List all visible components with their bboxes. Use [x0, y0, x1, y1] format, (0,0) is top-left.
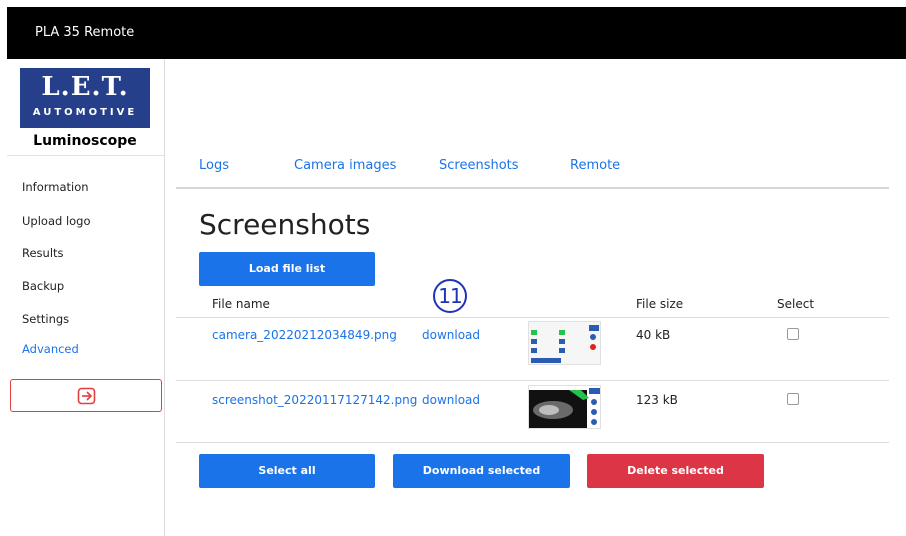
header-file-name: File name — [212, 297, 270, 311]
screenshot-thumbnail[interactable] — [528, 385, 601, 429]
sidebar: L.E.T. AUTOMOTIVE Luminoscope Informatio… — [7, 59, 165, 536]
header-select: Select — [777, 297, 815, 311]
header-file-size: File size — [636, 297, 684, 311]
tab-remote[interactable]: Remote — [570, 158, 620, 173]
page-title: Screenshots — [199, 208, 371, 241]
sidebar-item-results[interactable]: Results — [22, 246, 64, 260]
tab-bar: Logs Camera images Screenshots Remote — [176, 158, 889, 189]
thumbnail-preview — [529, 386, 600, 428]
screenshot-thumbnail[interactable] — [528, 321, 601, 365]
sidebar-item-settings[interactable]: Settings — [22, 312, 69, 326]
app-title: PLA 35 Remote — [35, 25, 135, 40]
logout-button[interactable] — [10, 379, 162, 412]
top-bar: PLA 35 Remote — [7, 7, 906, 59]
logo-automotive-text: AUTOMOTIVE — [32, 107, 138, 118]
file-name-link[interactable]: camera_20220212034849.png — [212, 328, 397, 342]
select-checkbox[interactable] — [787, 328, 799, 340]
let-automotive-logo: L.E.T. AUTOMOTIVE Luminoscope — [19, 67, 154, 157]
table-footer-divider — [176, 442, 889, 443]
sidebar-divider — [7, 155, 164, 156]
sidebar-item-information[interactable]: Information — [22, 180, 89, 194]
file-size-value: 40 kB — [636, 328, 671, 342]
table-header-divider — [176, 317, 889, 318]
logout-icon — [77, 387, 96, 405]
tab-logs[interactable]: Logs — [199, 158, 229, 173]
logo-let-text: L.E.T. — [41, 72, 129, 102]
file-size-value: 123 kB — [636, 393, 678, 407]
thumbnail-preview — [529, 322, 600, 364]
sidebar-item-advanced[interactable]: Advanced — [22, 342, 79, 356]
select-all-button[interactable]: Select all — [199, 454, 375, 488]
download-link[interactable]: download — [422, 393, 480, 407]
table-row-divider — [176, 380, 889, 381]
download-link[interactable]: download — [422, 328, 480, 342]
sidebar-item-upload-logo[interactable]: Upload logo — [22, 214, 91, 228]
logo-banner: L.E.T. AUTOMOTIVE — [20, 68, 150, 128]
sidebar-item-backup[interactable]: Backup — [22, 279, 64, 293]
step-marker-badge: 11 — [433, 279, 467, 313]
load-file-list-button[interactable]: Load file list — [199, 252, 375, 286]
tab-screenshots[interactable]: Screenshots — [439, 158, 519, 173]
select-checkbox[interactable] — [787, 393, 799, 405]
tab-camera-images[interactable]: Camera images — [294, 158, 396, 173]
delete-selected-button[interactable]: Delete selected — [587, 454, 764, 488]
file-name-link[interactable]: screenshot_20220117127142.png — [212, 393, 417, 407]
logo-luminoscope-text: Luminoscope — [33, 133, 137, 149]
download-selected-button[interactable]: Download selected — [393, 454, 570, 488]
